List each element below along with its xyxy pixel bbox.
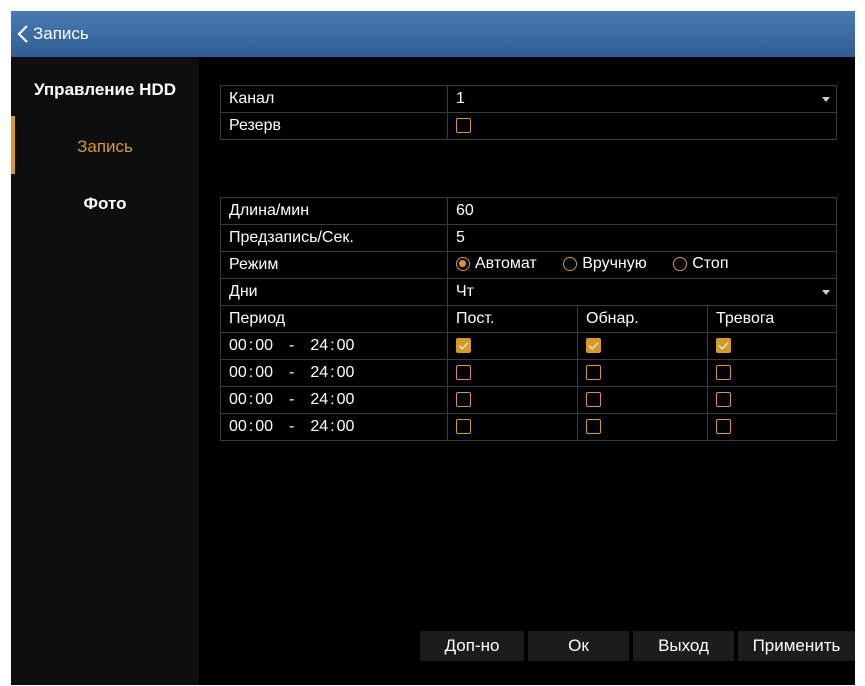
const-checkbox[interactable] xyxy=(456,392,471,408)
start-hour[interactable]: 00 xyxy=(229,337,247,355)
time-separator: - xyxy=(289,391,295,408)
extra-button[interactable]: Доп-но xyxy=(420,631,524,661)
schedule-row: 00:00 - 24:00 xyxy=(220,386,837,414)
end-hour[interactable]: 24 xyxy=(310,391,328,409)
alarm-checkbox[interactable] xyxy=(716,338,731,354)
exit-button[interactable]: Выход xyxy=(633,631,734,661)
const-checkbox[interactable] xyxy=(456,338,471,354)
mode-auto-label: Автомат xyxy=(475,254,537,272)
reserve-label: Резерв xyxy=(220,112,448,140)
days-value: Чт xyxy=(456,283,474,300)
dropdown-arrow-icon xyxy=(822,97,830,102)
chevron-left-icon xyxy=(17,25,28,43)
detect-checkbox[interactable] xyxy=(586,392,601,408)
radio-dot xyxy=(673,256,688,271)
detect-checkbox[interactable] xyxy=(586,338,601,354)
record-settings-window: Запись Управление HDD Запись Фото Канал … xyxy=(11,11,855,685)
mode-label: Режим xyxy=(220,251,448,279)
dropdown-arrow-icon xyxy=(822,290,830,295)
prerecord-input[interactable]: 5 xyxy=(447,224,837,252)
length-label: Длина/мин xyxy=(220,197,448,225)
start-hour[interactable]: 00 xyxy=(229,391,247,409)
alarm-checkbox[interactable] xyxy=(716,419,731,435)
const-checkbox[interactable] xyxy=(456,365,471,381)
schedule-row: 00:00 - 24:00 xyxy=(220,332,837,360)
start-minute[interactable]: 00 xyxy=(255,337,273,355)
period-header: Период xyxy=(220,305,448,333)
time-range[interactable]: 00:00 - 24:00 xyxy=(220,332,448,360)
schedule-row: 00:00 - 24:00 xyxy=(220,413,837,441)
radio-dot xyxy=(456,256,470,271)
end-hour[interactable]: 24 xyxy=(310,364,328,382)
sidebar-item-photo[interactable]: Фото xyxy=(11,194,199,214)
schedule-row: 00:00 - 24:00 xyxy=(220,359,837,387)
end-minute[interactable]: 00 xyxy=(337,391,355,409)
time-range[interactable]: 00:00 - 24:00 xyxy=(220,386,448,414)
back-button[interactable]: Запись xyxy=(17,20,89,48)
start-minute[interactable]: 00 xyxy=(255,391,273,409)
title-bar: Запись xyxy=(11,11,855,57)
ok-button[interactable]: Ок xyxy=(528,631,629,661)
channel-value: 1 xyxy=(456,90,465,107)
end-hour[interactable]: 24 xyxy=(310,418,328,436)
start-hour[interactable]: 00 xyxy=(229,418,247,436)
end-minute[interactable]: 00 xyxy=(337,364,355,382)
mode-radio-auto[interactable]: Автомат xyxy=(456,255,537,273)
mode-radio-group: Автомат Вручную Стоп xyxy=(447,251,837,279)
start-hour[interactable]: 00 xyxy=(229,364,247,382)
length-input[interactable]: 60 xyxy=(447,197,837,225)
time-range[interactable]: 00:00 - 24:00 xyxy=(220,413,448,441)
time-range[interactable]: 00:00 - 24:00 xyxy=(220,359,448,387)
days-label: Дни xyxy=(220,278,448,306)
end-minute[interactable]: 00 xyxy=(337,418,355,436)
sidebar-item-record[interactable]: Запись xyxy=(11,137,199,157)
end-hour[interactable]: 24 xyxy=(310,337,328,355)
mode-stop-label: Стоп xyxy=(692,254,729,272)
record-settings-table: Длина/мин 60 Предзапись/Сек. 5 Режим Авт… xyxy=(220,197,837,441)
start-minute[interactable]: 00 xyxy=(255,364,273,382)
start-minute[interactable]: 00 xyxy=(255,418,273,436)
detect-header: Обнар. xyxy=(577,305,708,333)
alarm-header: Тревога xyxy=(707,305,837,333)
days-dropdown[interactable]: Чт xyxy=(447,278,837,306)
mode-radio-stop[interactable]: Стоп xyxy=(673,255,728,273)
detect-checkbox[interactable] xyxy=(586,365,601,381)
time-separator: - xyxy=(289,418,295,435)
alarm-checkbox[interactable] xyxy=(716,392,731,408)
sidebar: Управление HDD Запись Фото xyxy=(11,57,199,685)
const-header: Пост. xyxy=(447,305,578,333)
prerecord-label: Предзапись/Сек. xyxy=(220,224,448,252)
end-minute[interactable]: 00 xyxy=(337,337,355,355)
detect-checkbox[interactable] xyxy=(586,419,601,435)
radio-dot xyxy=(563,256,578,271)
reserve-checkbox[interactable] xyxy=(456,118,471,134)
channel-label: Канал xyxy=(220,85,448,113)
sidebar-item-hdd[interactable]: Управление HDD xyxy=(11,80,199,100)
time-separator: - xyxy=(289,364,295,381)
const-checkbox[interactable] xyxy=(456,419,471,435)
apply-button[interactable]: Применить xyxy=(738,631,855,661)
mode-manual-label: Вручную xyxy=(582,254,647,272)
alarm-checkbox[interactable] xyxy=(716,365,731,381)
channel-table: Канал 1 Резерв xyxy=(220,85,837,140)
channel-dropdown[interactable]: 1 xyxy=(447,85,837,113)
page-title: Запись xyxy=(33,24,89,43)
mode-radio-manual[interactable]: Вручную xyxy=(563,255,647,273)
time-separator: - xyxy=(289,337,295,354)
